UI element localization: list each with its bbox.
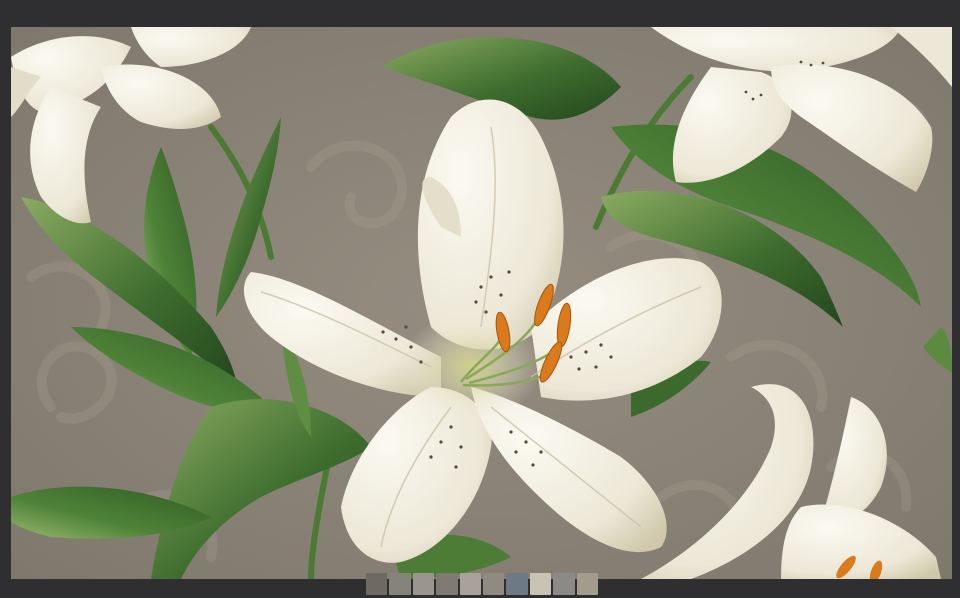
thumbnail-8[interactable] (529, 573, 552, 595)
lily-painting (11, 27, 952, 579)
thumbnail-6[interactable] (483, 573, 505, 595)
thumbnail-10[interactable] (576, 573, 599, 595)
thumbnail-9[interactable] (553, 573, 575, 595)
thumbnail-7[interactable] (506, 573, 528, 595)
image-canvas[interactable] (11, 27, 952, 579)
thumbnail-1[interactable] (366, 573, 388, 595)
thumbnail-4[interactable] (436, 573, 458, 595)
thumbnail-strip[interactable] (366, 573, 599, 595)
thumbnail-5[interactable] (459, 573, 482, 595)
image-viewer (0, 0, 960, 598)
thumbnail-2[interactable] (389, 573, 411, 595)
thumbnail-3[interactable] (412, 573, 435, 595)
